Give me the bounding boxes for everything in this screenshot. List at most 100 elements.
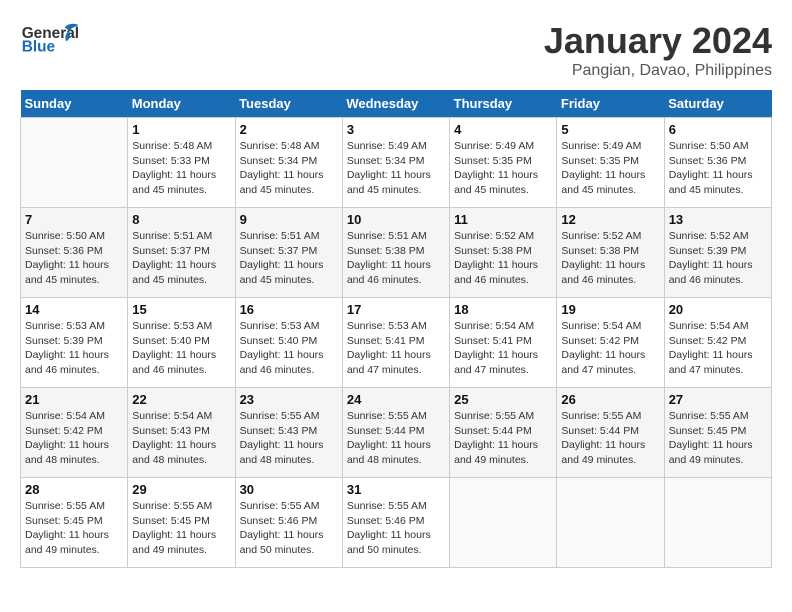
day-sun-info: Sunrise: 5:54 AM Sunset: 5:43 PM Dayligh… — [132, 409, 230, 468]
day-sun-info: Sunrise: 5:51 AM Sunset: 5:38 PM Dayligh… — [347, 229, 445, 288]
calendar-week-row: 1 Sunrise: 5:48 AM Sunset: 5:33 PM Daylig… — [21, 118, 772, 208]
calendar-day-cell — [21, 118, 128, 208]
calendar-day-cell: 17 Sunrise: 5:53 AM Sunset: 5:41 PM Dayli… — [342, 298, 449, 388]
calendar-week-row: 28 Sunrise: 5:55 AM Sunset: 5:45 PM Dayli… — [21, 478, 772, 568]
calendar-day-cell: 6 Sunrise: 5:50 AM Sunset: 5:36 PM Daylig… — [664, 118, 771, 208]
calendar-week-row: 21Sunrise: 5:54 AM Sunset: 5:42 PM Dayli… — [21, 388, 772, 478]
day-of-week-header: Tuesday — [235, 90, 342, 118]
calendar-day-cell: 20 Sunrise: 5:54 AM Sunset: 5:42 PM Dayli… — [664, 298, 771, 388]
day-number: 3 — [347, 122, 445, 137]
day-sun-info: Sunrise: 5:54 AM Sunset: 5:42 PM Dayligh… — [25, 409, 123, 468]
day-sun-info: Sunrise: 5:55 AM Sunset: 5:46 PM Dayligh… — [240, 499, 338, 558]
day-sun-info: Sunrise: 5:55 AM Sunset: 5:45 PM Dayligh… — [132, 499, 230, 558]
day-sun-info: Sunrise: 5:54 AM Sunset: 5:42 PM Dayligh… — [669, 319, 767, 378]
calendar-day-cell: 24 Sunrise: 5:55 AM Sunset: 5:44 PM Dayli… — [342, 388, 449, 478]
calendar-day-cell: 14 Sunrise: 5:53 AM Sunset: 5:39 PM Dayli… — [21, 298, 128, 388]
day-number: 16 — [240, 302, 338, 317]
day-number: 6 — [669, 122, 767, 137]
day-sun-info: Sunrise: 5:51 AM Sunset: 5:37 PM Dayligh… — [132, 229, 230, 288]
calendar-day-cell: 1 Sunrise: 5:48 AM Sunset: 5:33 PM Daylig… — [128, 118, 235, 208]
calendar-day-cell: 21Sunrise: 5:54 AM Sunset: 5:42 PM Dayli… — [21, 388, 128, 478]
day-number: 2 — [240, 122, 338, 137]
day-of-week-header: Sunday — [21, 90, 128, 118]
day-number: 9 — [240, 212, 338, 227]
day-number: 22 — [132, 392, 230, 407]
day-sun-info: Sunrise: 5:50 AM Sunset: 5:36 PM Dayligh… — [669, 139, 767, 198]
day-number: 5 — [561, 122, 659, 137]
calendar-day-cell: 22 Sunrise: 5:54 AM Sunset: 5:43 PM Dayli… — [128, 388, 235, 478]
calendar-day-cell: 31Sunrise: 5:55 AM Sunset: 5:46 PM Dayli… — [342, 478, 449, 568]
day-number: 19 — [561, 302, 659, 317]
day-of-week-header: Friday — [557, 90, 664, 118]
calendar-day-cell: 30 Sunrise: 5:55 AM Sunset: 5:46 PM Dayli… — [235, 478, 342, 568]
page-header: General Blue January 2024 Pangian, Davao… — [20, 20, 772, 80]
day-sun-info: Sunrise: 5:55 AM Sunset: 5:46 PM Dayligh… — [347, 499, 445, 558]
day-sun-info: Sunrise: 5:54 AM Sunset: 5:42 PM Dayligh… — [561, 319, 659, 378]
calendar-day-cell: 27 Sunrise: 5:55 AM Sunset: 5:45 PM Dayli… — [664, 388, 771, 478]
calendar-day-cell — [664, 478, 771, 568]
calendar-day-cell — [450, 478, 557, 568]
day-sun-info: Sunrise: 5:53 AM Sunset: 5:40 PM Dayligh… — [240, 319, 338, 378]
day-number: 28 — [25, 482, 123, 497]
day-number: 10 — [347, 212, 445, 227]
day-sun-info: Sunrise: 5:50 AM Sunset: 5:36 PM Dayligh… — [25, 229, 123, 288]
day-sun-info: Sunrise: 5:55 AM Sunset: 5:44 PM Dayligh… — [347, 409, 445, 468]
calendar-day-cell: 23Sunrise: 5:55 AM Sunset: 5:43 PM Dayli… — [235, 388, 342, 478]
day-sun-info: Sunrise: 5:49 AM Sunset: 5:35 PM Dayligh… — [454, 139, 552, 198]
day-number: 20 — [669, 302, 767, 317]
calendar-header-row: SundayMondayTuesdayWednesdayThursdayFrid… — [21, 90, 772, 118]
calendar-day-cell: 15Sunrise: 5:53 AM Sunset: 5:40 PM Dayli… — [128, 298, 235, 388]
calendar-day-cell: 12Sunrise: 5:52 AM Sunset: 5:38 PM Dayli… — [557, 208, 664, 298]
day-sun-info: Sunrise: 5:55 AM Sunset: 5:45 PM Dayligh… — [25, 499, 123, 558]
day-sun-info: Sunrise: 5:55 AM Sunset: 5:44 PM Dayligh… — [454, 409, 552, 468]
logo: General Blue — [20, 20, 80, 60]
calendar-day-cell: 8Sunrise: 5:51 AM Sunset: 5:37 PM Daylig… — [128, 208, 235, 298]
day-sun-info: Sunrise: 5:55 AM Sunset: 5:44 PM Dayligh… — [561, 409, 659, 468]
day-sun-info: Sunrise: 5:54 AM Sunset: 5:41 PM Dayligh… — [454, 319, 552, 378]
calendar-table: SundayMondayTuesdayWednesdayThursdayFrid… — [20, 90, 772, 568]
calendar-week-row: 14 Sunrise: 5:53 AM Sunset: 5:39 PM Dayli… — [21, 298, 772, 388]
calendar-day-cell: 16 Sunrise: 5:53 AM Sunset: 5:40 PM Dayli… — [235, 298, 342, 388]
day-number: 11 — [454, 212, 552, 227]
calendar-day-cell: 4Sunrise: 5:49 AM Sunset: 5:35 PM Daylig… — [450, 118, 557, 208]
day-number: 14 — [25, 302, 123, 317]
day-number: 17 — [347, 302, 445, 317]
calendar-day-cell: 5Sunrise: 5:49 AM Sunset: 5:35 PM Daylig… — [557, 118, 664, 208]
day-number: 1 — [132, 122, 230, 137]
calendar-day-cell: 18 Sunrise: 5:54 AM Sunset: 5:41 PM Dayli… — [450, 298, 557, 388]
day-sun-info: Sunrise: 5:49 AM Sunset: 5:34 PM Dayligh… — [347, 139, 445, 198]
day-sun-info: Sunrise: 5:55 AM Sunset: 5:45 PM Dayligh… — [669, 409, 767, 468]
day-of-week-header: Wednesday — [342, 90, 449, 118]
day-number: 30 — [240, 482, 338, 497]
calendar-day-cell: 7 Sunrise: 5:50 AM Sunset: 5:36 PM Daylig… — [21, 208, 128, 298]
calendar-day-cell: 2 Sunrise: 5:48 AM Sunset: 5:34 PM Daylig… — [235, 118, 342, 208]
calendar-day-cell: 9Sunrise: 5:51 AM Sunset: 5:37 PM Daylig… — [235, 208, 342, 298]
day-of-week-header: Saturday — [664, 90, 771, 118]
month-title: January 2024 — [544, 20, 772, 62]
day-number: 26 — [561, 392, 659, 407]
day-number: 24 — [347, 392, 445, 407]
day-sun-info: Sunrise: 5:48 AM Sunset: 5:33 PM Dayligh… — [132, 139, 230, 198]
calendar-day-cell: 29Sunrise: 5:55 AM Sunset: 5:45 PM Dayli… — [128, 478, 235, 568]
day-sun-info: Sunrise: 5:48 AM Sunset: 5:34 PM Dayligh… — [240, 139, 338, 198]
title-block: January 2024 Pangian, Davao, Philippines — [544, 20, 772, 80]
day-number: 7 — [25, 212, 123, 227]
day-number: 18 — [454, 302, 552, 317]
day-number: 27 — [669, 392, 767, 407]
calendar-day-cell: 3 Sunrise: 5:49 AM Sunset: 5:34 PM Daylig… — [342, 118, 449, 208]
logo-icon: General Blue — [20, 20, 80, 60]
day-number: 15 — [132, 302, 230, 317]
day-sun-info: Sunrise: 5:52 AM Sunset: 5:38 PM Dayligh… — [561, 229, 659, 288]
day-sun-info: Sunrise: 5:52 AM Sunset: 5:38 PM Dayligh… — [454, 229, 552, 288]
day-of-week-header: Monday — [128, 90, 235, 118]
day-number: 23 — [240, 392, 338, 407]
calendar-day-cell: 10 Sunrise: 5:51 AM Sunset: 5:38 PM Dayli… — [342, 208, 449, 298]
svg-text:Blue: Blue — [22, 39, 56, 56]
day-number: 13 — [669, 212, 767, 227]
calendar-day-cell: 25Sunrise: 5:55 AM Sunset: 5:44 PM Dayli… — [450, 388, 557, 478]
calendar-week-row: 7 Sunrise: 5:50 AM Sunset: 5:36 PM Daylig… — [21, 208, 772, 298]
calendar-day-cell: 28 Sunrise: 5:55 AM Sunset: 5:45 PM Dayli… — [21, 478, 128, 568]
day-sun-info: Sunrise: 5:53 AM Sunset: 5:39 PM Dayligh… — [25, 319, 123, 378]
day-sun-info: Sunrise: 5:53 AM Sunset: 5:41 PM Dayligh… — [347, 319, 445, 378]
day-sun-info: Sunrise: 5:52 AM Sunset: 5:39 PM Dayligh… — [669, 229, 767, 288]
